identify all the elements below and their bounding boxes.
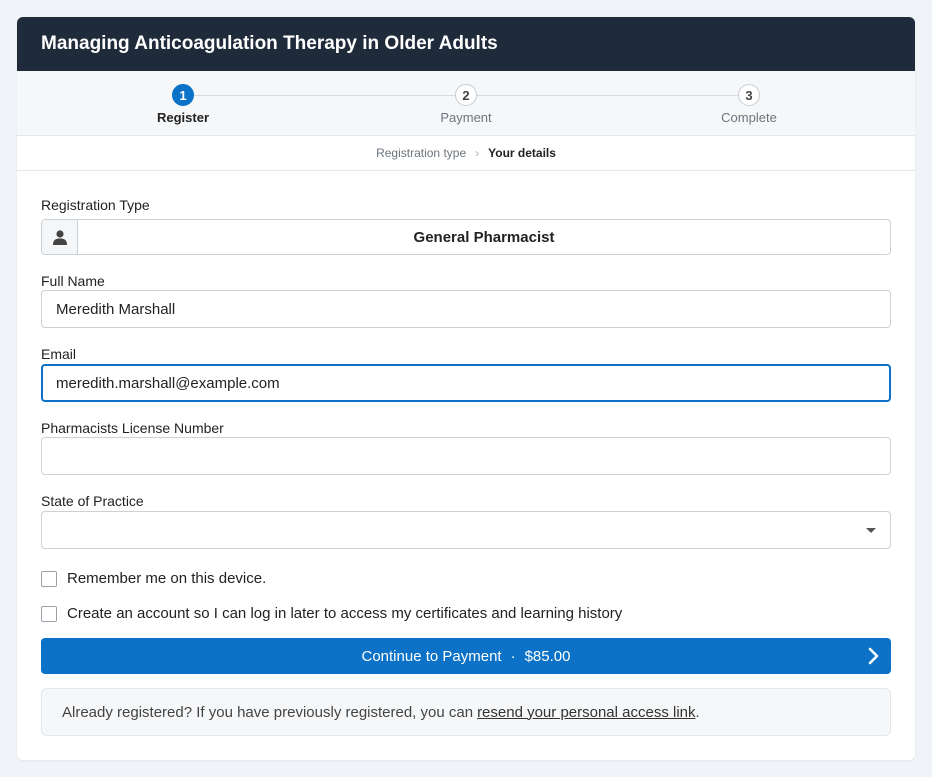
- chevron-right-icon: ›: [475, 146, 480, 160]
- license-number-input[interactable]: [41, 437, 891, 475]
- notice-text: Already registered? If you have previous…: [62, 703, 474, 721]
- registration-type-value: General Pharmacist: [413, 228, 555, 246]
- step-number: 3: [738, 84, 760, 106]
- license-label: Pharmacists License Number: [41, 420, 224, 436]
- create-account-label[interactable]: Create an account so I can log in later …: [67, 605, 622, 622]
- registration-card: Managing Anticoagulation Therapy in Olde…: [17, 17, 915, 760]
- create-account-row: Create an account so I can log in later …: [41, 605, 622, 622]
- step-complete: 3 Complete: [689, 84, 809, 125]
- page-title: Managing Anticoagulation Therapy in Olde…: [41, 33, 498, 54]
- step-payment: 2 Payment: [406, 84, 526, 125]
- continue-label: Continue to Payment: [361, 647, 502, 665]
- notice-end: .: [695, 703, 700, 721]
- step-label: Register: [156, 110, 210, 125]
- email-label: Email: [41, 346, 77, 362]
- breadcrumb-your-details: Your details: [488, 146, 556, 160]
- user-icon: [42, 220, 78, 254]
- breadcrumb: Registration type › Your details: [17, 136, 915, 171]
- already-registered-notice: Already registered? If you have previous…: [41, 688, 891, 736]
- state-select[interactable]: [41, 511, 891, 549]
- breadcrumb-registration-type[interactable]: Registration type: [376, 146, 466, 160]
- step-number: 2: [455, 84, 477, 106]
- price: $85.00: [524, 647, 571, 665]
- progress-stepper: 1 Register 2 Payment 3 Complete: [17, 71, 915, 136]
- step-register: 1 Register: [123, 84, 243, 125]
- continue-to-payment-button[interactable]: Continue to Payment · $85.00: [41, 638, 891, 674]
- step-label: Complete: [721, 110, 777, 125]
- step-label: Payment: [440, 110, 492, 125]
- email-input[interactable]: meredith.marshall@example.com: [41, 364, 891, 402]
- chevron-right-icon: [868, 647, 879, 665]
- create-account-checkbox[interactable]: [41, 605, 57, 622]
- registration-type-field: General Pharmacist: [41, 219, 891, 255]
- remember-me-label[interactable]: Remember me on this device.: [67, 570, 266, 587]
- resend-access-link[interactable]: resend your personal access link: [477, 704, 695, 721]
- caret-down-icon: [866, 528, 876, 533]
- step-number: 1: [172, 84, 194, 106]
- state-label: State of Practice: [41, 493, 144, 509]
- separator-dot: ·: [510, 647, 516, 665]
- remember-me-row: Remember me on this device.: [41, 570, 266, 587]
- full-name-value: Meredith Marshall: [56, 300, 176, 318]
- remember-me-checkbox[interactable]: [41, 570, 57, 587]
- email-value: meredith.marshall@example.com: [56, 374, 280, 392]
- page-header: Managing Anticoagulation Therapy in Olde…: [17, 17, 915, 71]
- full-name-input[interactable]: Meredith Marshall: [41, 290, 891, 328]
- full-name-label: Full Name: [41, 273, 105, 289]
- registration-type-label: Registration Type: [41, 197, 150, 213]
